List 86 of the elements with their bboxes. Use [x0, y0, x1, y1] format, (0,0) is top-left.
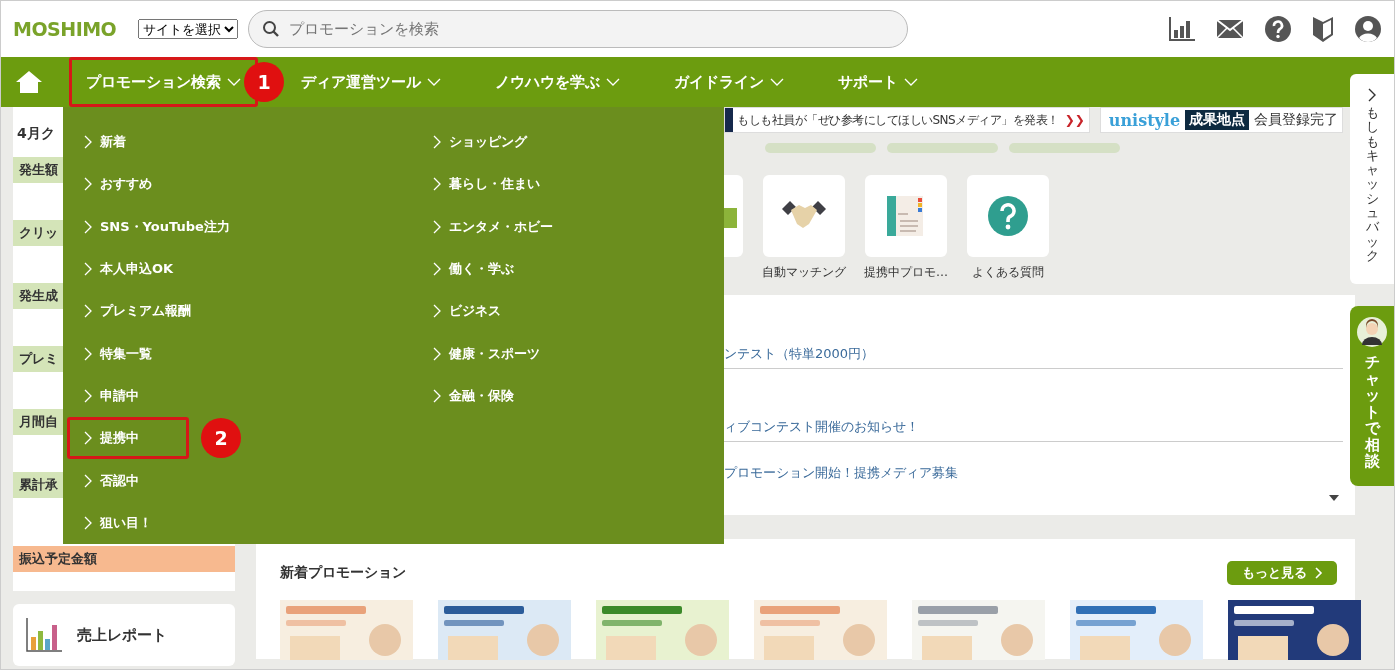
menu-item[interactable]: エンタメ・ホビー	[416, 205, 570, 248]
menu-item[interactable]: ビジネス	[416, 290, 518, 333]
report-label: 月間自	[18, 413, 58, 431]
report-label: クリッ	[18, 224, 58, 242]
chevron-icon	[84, 473, 92, 488]
news-link[interactable]: ンテスト（特単2000円）	[724, 345, 1343, 369]
section-title: 新着プロモーション	[280, 564, 406, 582]
menu-item[interactable]: SNS・YouTube注力	[67, 205, 247, 248]
search-field[interactable]: プロモーションを検索	[248, 10, 909, 48]
nav-menu-item[interactable]: ガイドライン	[657, 57, 801, 107]
ad-banner[interactable]: unistyle 成果地点 会員登録完了	[1099, 107, 1344, 133]
report-label: 振込予定金額	[18, 550, 97, 568]
bar-chart-icon	[25, 617, 63, 653]
annotation-number: 2	[201, 418, 241, 459]
chevron-icon	[84, 219, 92, 234]
chevron-icon	[433, 304, 441, 319]
caret-icon	[227, 78, 241, 86]
menu-item[interactable]: 暮らし・住まい	[416, 163, 557, 206]
more-button[interactable]: もっと見る	[1227, 561, 1337, 585]
chevron-icon	[84, 346, 92, 361]
chevron-icon	[84, 177, 92, 192]
help-icon[interactable]	[1264, 15, 1292, 43]
app-tile[interactable]	[967, 175, 1049, 257]
scroll-down-icon[interactable]	[1329, 495, 1339, 501]
menu-item[interactable]: プレミアム報酬	[67, 290, 208, 333]
caret-icon	[770, 78, 784, 86]
document-icon	[886, 194, 926, 238]
chevron-icon	[84, 304, 92, 319]
caret-icon	[904, 78, 918, 86]
nav-menu-item[interactable]: ノウハウを学ぶ	[478, 57, 637, 107]
cashback-side-tab[interactable]: もしもキャッシュバック	[1350, 74, 1394, 284]
menu-item[interactable]: 提携中	[67, 417, 189, 460]
report-label: 累計承	[18, 476, 58, 494]
app-tile[interactable]	[763, 175, 845, 257]
chevron-icon	[84, 262, 92, 277]
menu-item[interactable]: おすすめ	[67, 163, 169, 206]
chat-side-tab[interactable]: チャットで相談	[1350, 306, 1394, 486]
search-icon	[262, 20, 281, 38]
tile-label: よくある質問	[972, 264, 1044, 281]
chevron-icon	[1368, 88, 1376, 102]
user-icon[interactable]	[1354, 15, 1382, 43]
menu-item[interactable]: 本人申込OK	[67, 248, 191, 291]
beginner-mark-icon[interactable]	[1312, 15, 1334, 43]
menu-item[interactable]: 特集一覧	[67, 332, 169, 375]
caret-icon	[427, 78, 441, 86]
menu-item[interactable]: 健康・スポーツ	[416, 332, 557, 375]
tile-label: 自動マッチング	[762, 264, 846, 281]
chevron-icon	[433, 388, 441, 403]
app-tile[interactable]	[865, 175, 947, 257]
menu-item[interactable]: 金融・保険	[416, 374, 531, 417]
tile-label: 提携中プロモ…	[864, 264, 948, 281]
chevron-icon	[84, 388, 92, 403]
chevron-icon	[84, 135, 92, 150]
logo[interactable]: MOSHIMO	[13, 18, 117, 40]
report-label: 発生成	[18, 287, 58, 305]
nav-menu-item[interactable]: ディア運営ツール	[284, 57, 458, 107]
annotation-number: 1	[244, 62, 284, 102]
menu-item[interactable]: ショッピング	[416, 121, 544, 164]
news-link[interactable]: プロモーション開始！提携メディア募集	[724, 464, 958, 482]
help-icon	[987, 195, 1029, 237]
avatar-icon	[1356, 316, 1388, 348]
chevron-icon	[433, 177, 441, 192]
nav-menu-item[interactable]: サポート	[821, 57, 935, 107]
chevron-icon	[84, 515, 92, 530]
chevron-icon	[84, 431, 92, 446]
news-link[interactable]: ィブコンテスト開催のお知らせ！	[724, 418, 1343, 442]
caret-icon	[606, 78, 620, 86]
sales-report-card[interactable]: 売上レポート	[13, 604, 235, 666]
announcement-banner[interactable]: もしも社員が「ぜひ参考にしてほしいSNSメディア」を発表！ ❯❯	[724, 107, 1090, 133]
chevron-icon	[433, 346, 441, 361]
chevron-icon	[1314, 567, 1323, 579]
chevron-icon	[433, 135, 441, 150]
report-label: プレミ	[18, 350, 58, 368]
chevron-icon	[433, 219, 441, 234]
menu-item[interactable]: 働く・学ぶ	[416, 248, 531, 291]
home-icon[interactable]	[15, 70, 43, 94]
report-label: 発生額	[18, 161, 58, 179]
menu-item[interactable]: 狙い目！	[67, 501, 169, 544]
chart-icon[interactable]	[1168, 16, 1196, 42]
menu-item[interactable]: 申請中	[67, 374, 156, 417]
menu-item[interactable]: 新着	[67, 121, 143, 164]
menu-item[interactable]: 否認中	[67, 459, 156, 502]
mail-icon[interactable]	[1216, 19, 1244, 39]
site-select[interactable]: サイトを選択	[138, 19, 239, 39]
chevron-icon	[433, 262, 441, 277]
report-label: 4月ク	[16, 125, 55, 143]
